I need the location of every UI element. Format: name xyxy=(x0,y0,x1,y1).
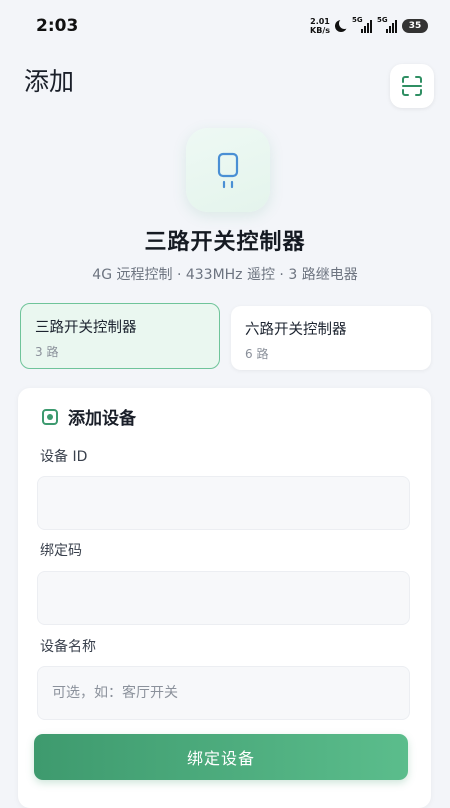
device-id-label: 设备 ID xyxy=(40,449,88,465)
scan-button[interactable] xyxy=(390,64,434,108)
device-type-name: 六路开关控制器 xyxy=(245,322,347,338)
device-icon-tile xyxy=(186,128,270,212)
signal-icon: 5G xyxy=(352,16,372,33)
signal-label: 5G xyxy=(377,16,388,24)
status-bar: 2:03 2.01 KB/s 5G 5G 35 xyxy=(0,0,450,52)
signal-icon: 5G xyxy=(377,16,397,33)
bind-code-label: 绑定码 xyxy=(40,543,82,559)
device-type-card-3ch[interactable]: 三路开关控制器 3 路 xyxy=(20,303,220,369)
header: 添加 xyxy=(0,56,450,110)
battery-icon: 35 xyxy=(402,19,428,33)
device-id-input[interactable] xyxy=(37,476,410,530)
bind-device-button[interactable]: 绑定设备 xyxy=(34,734,408,780)
network-speed: 2.01 KB/s xyxy=(310,17,330,35)
network-speed-value: 2.01 xyxy=(310,17,330,26)
form-marker-icon xyxy=(42,408,58,425)
device-title: 三路开关控制器 xyxy=(144,230,306,255)
page-title: 添加 xyxy=(24,67,75,96)
device-name-label: 设备名称 xyxy=(40,639,96,655)
bind-code-input[interactable] xyxy=(37,571,410,625)
device-subtitle: 4G 远程控制 · 433MHz 遥控 · 3 路继电器 xyxy=(92,267,358,283)
scan-icon xyxy=(402,76,422,96)
moon-icon xyxy=(335,18,350,32)
device-name-input[interactable] xyxy=(37,666,410,720)
device-type-name: 三路开关控制器 xyxy=(35,320,137,336)
form-title: 添加设备 xyxy=(68,409,136,429)
form-header: 添加设备 xyxy=(42,404,136,429)
status-time: 2:03 xyxy=(36,16,79,36)
device-type-channels: 3 路 xyxy=(35,345,59,359)
device-type-channels: 6 路 xyxy=(245,347,269,361)
signal-label: 5G xyxy=(352,16,363,24)
status-icons: 2.01 KB/s 5G 5G 35 xyxy=(310,16,428,35)
network-speed-unit: KB/s xyxy=(310,26,330,35)
device-plug-icon xyxy=(217,152,239,189)
device-type-card-6ch[interactable]: 六路开关控制器 6 路 xyxy=(231,306,431,370)
